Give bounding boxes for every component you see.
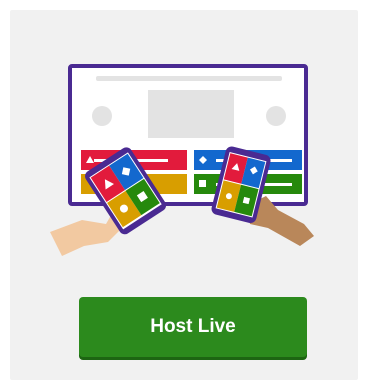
host-live-card: Host Live [10,10,358,380]
host-live-button[interactable]: Host Live [79,297,307,357]
host-screen-with-phones-icon [50,64,314,256]
